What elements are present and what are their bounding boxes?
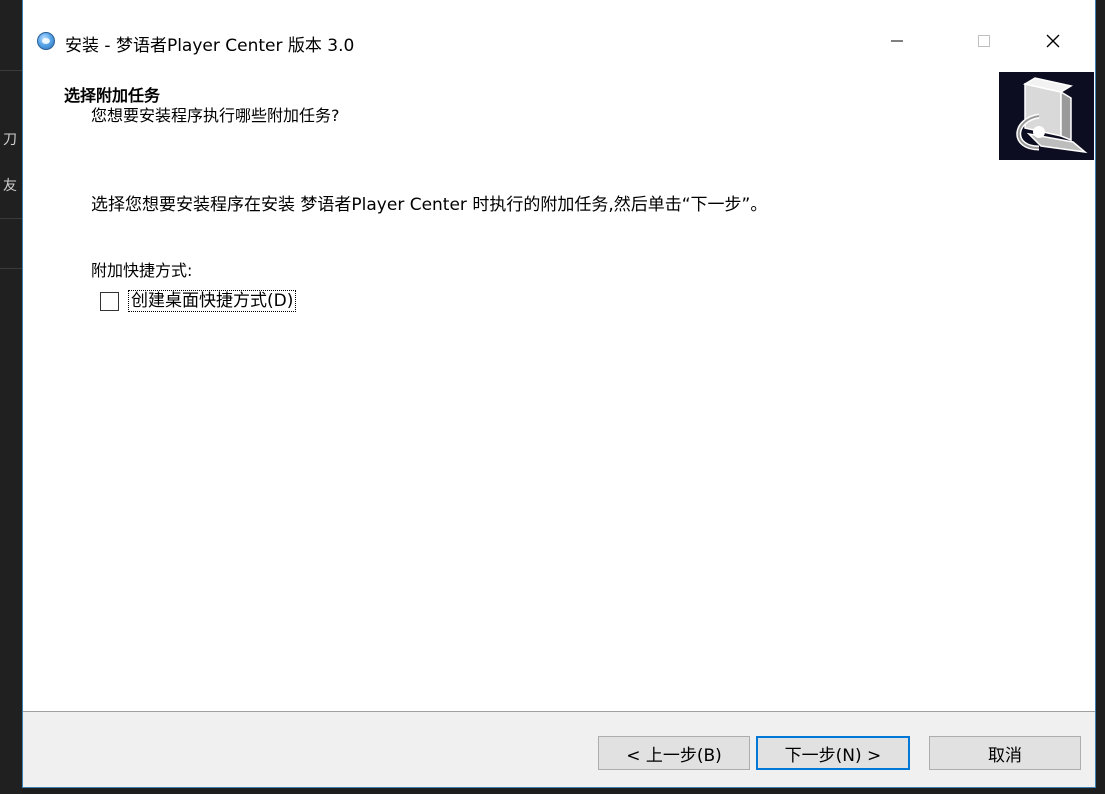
background-text: 刀 <box>3 132 17 148</box>
background-divider <box>0 218 22 219</box>
background-text: 友 <box>3 178 17 194</box>
title-bar[interactable]: 安装 - 梦语者Player Center 版本 3.0 <box>23 0 1095 60</box>
minimize-button[interactable] <box>872 22 922 60</box>
shortcut-group-label: 附加快捷方式: <box>91 261 193 280</box>
window-title: 安装 - 梦语者Player Center 版本 3.0 <box>65 36 355 56</box>
page-subtitle: 您想要安装程序执行哪些附加任务? <box>91 106 340 125</box>
installer-window: 安装 - 梦语者Player Center 版本 3.0 选择附加任务 您想要安… <box>22 0 1096 788</box>
next-button[interactable]: 下一步(N) > <box>756 736 910 770</box>
instructions-text: 选择您想要安装程序在安装 梦语者Player Center 时执行的附加任务,然… <box>91 195 768 215</box>
app-icon <box>37 32 55 50</box>
background-app-strip: 刀 友 <box>0 0 22 794</box>
close-button[interactable] <box>1028 22 1078 60</box>
desktop-shortcut-option[interactable]: 创建桌面快捷方式(D) <box>100 289 297 313</box>
desktop-shortcut-label[interactable]: 创建桌面快捷方式(D) <box>128 290 297 312</box>
maximize-icon <box>978 35 990 47</box>
cancel-button[interactable]: 取消 <box>929 736 1081 770</box>
maximize-button[interactable] <box>959 22 1009 60</box>
minimize-icon <box>891 40 903 42</box>
installer-computer-icon <box>999 72 1094 160</box>
back-button[interactable]: < 上一步(B) <box>598 736 750 770</box>
wizard-header: 选择附加任务 您想要安装程序执行哪些附加任务? <box>23 60 1095 178</box>
close-icon <box>1046 34 1060 48</box>
desktop-shortcut-checkbox[interactable] <box>100 291 119 311</box>
button-bar: < 上一步(B) 下一步(N) > 取消 <box>23 711 1095 787</box>
background-divider <box>0 70 22 71</box>
background-divider <box>0 268 22 269</box>
